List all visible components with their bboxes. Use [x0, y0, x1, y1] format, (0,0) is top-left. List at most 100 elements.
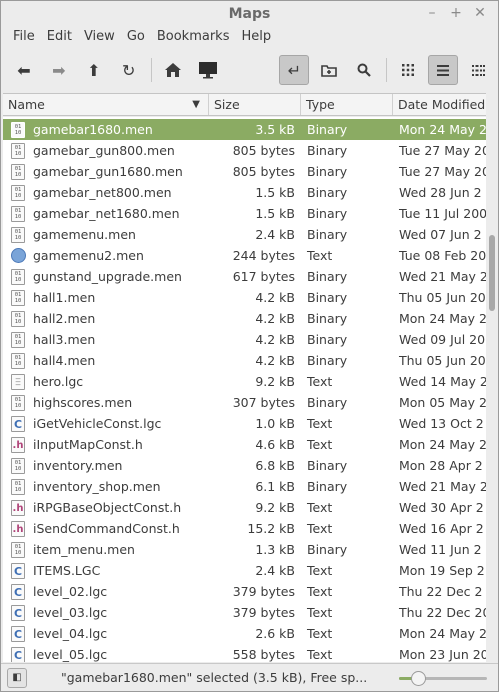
column-header-size[interactable]: Size — [209, 94, 301, 115]
file-row[interactable]: .h iSendCommandConst.h 15.2 kB Text Wed 16 A… — [3, 518, 486, 539]
forward-icon: ➡ — [52, 60, 66, 80]
toggle-location-button[interactable]: ↵ — [279, 55, 310, 85]
file-row[interactable]: — — — hero.lgc 9.2 kB Text Wed 14 May 2 — [3, 371, 486, 392]
file-icon-cell: 01 10 — [3, 226, 33, 243]
column-header-name[interactable]: Name ▼ — [3, 94, 209, 115]
file-row[interactable]: 01 10 gamebar1680.men 3.5 kB Binary Mon 24 Ma… — [3, 119, 486, 140]
file-row[interactable]: 01 10 gamebar_net1680.men 1.5 kB Binary Tue 1… — [3, 203, 486, 224]
text-file-icon: — — — — [11, 373, 25, 390]
binary-file-icon: 01 10 — [11, 268, 25, 285]
file-size: 9.2 kB — [255, 500, 295, 515]
file-size: 4.2 kB — [255, 290, 295, 305]
file-icon-cell: 01 10 — [3, 205, 33, 222]
file-row[interactable]: C ITEMS.LGC 2.4 kB Text Mon 19 Sep 2 — [3, 560, 486, 581]
file-row[interactable]: 01 10 gamemenu.men 2.4 kB Binary Wed 07 Jun 2 — [3, 224, 486, 245]
file-row[interactable]: 01 10 hall4.men 4.2 kB Binary Thu 05 Jun 20 — [3, 350, 486, 371]
file-row[interactable]: 01 10 hall2.men 4.2 kB Binary Mon 24 May 2 — [3, 308, 486, 329]
file-size: 15.2 kB — [247, 521, 295, 536]
home-button[interactable] — [158, 55, 188, 85]
globe-icon — [10, 248, 26, 263]
c-source-file-icon: C — [11, 583, 25, 600]
vertical-scrollbar[interactable] — [487, 117, 498, 662]
toolbar-separator — [386, 58, 388, 82]
close-icon[interactable]: ✕ — [472, 5, 488, 21]
file-row[interactable]: 01 10 inventory.men 6.8 kB Binary Mon 28 Apr … — [3, 455, 486, 476]
file-icon-cell: C — [3, 646, 33, 662]
file-date: Thu 22 Dec 20 — [399, 605, 486, 620]
file-icon-cell: .h — [3, 499, 33, 516]
file-row[interactable]: gamemenu2.men 244 bytes Text Tue 08 Feb 20 — [3, 245, 486, 266]
file-type: Text — [307, 500, 333, 515]
zoom-slider[interactable] — [399, 671, 487, 686]
file-row[interactable]: Clevel_05.lgc 558 bytes Text Mon 23 Jun 20 — [3, 644, 486, 662]
menu-bookmarks[interactable]: Bookmarks — [151, 29, 236, 44]
icon-view-button[interactable] — [393, 55, 423, 85]
toggle-sidebar-button[interactable]: ◧ — [7, 667, 27, 688]
reload-button[interactable]: ↻ — [114, 55, 144, 85]
menu-help[interactable]: Help — [235, 29, 277, 44]
file-name: gamebar1680.men — [33, 122, 153, 137]
file-date: Wed 13 Oct 2 — [399, 416, 484, 431]
menu-go[interactable]: Go — [121, 29, 151, 44]
new-folder-button[interactable] — [314, 55, 344, 85]
list-view-button[interactable] — [428, 55, 459, 85]
file-date: Wed 09 Jul 20 — [399, 332, 486, 347]
back-button[interactable]: ⬅ — [9, 55, 39, 85]
menu-edit[interactable]: Edit — [41, 29, 78, 44]
compact-view-button[interactable] — [463, 55, 493, 85]
zoom-slider-knob[interactable] — [411, 671, 427, 686]
file-row[interactable]: 01 10 gamebar_gun800.men 805 bytes Binary Tue… — [3, 140, 486, 161]
column-name-label: Name — [8, 97, 45, 112]
file-name: hall3.men — [33, 332, 96, 347]
file-icon-cell: 01 10 — [3, 184, 33, 201]
file-row[interactable]: 01 10 gamebar_gun1680.men 805 bytes Binary Tu… — [3, 161, 486, 182]
file-row[interactable]: 01 10 item_menu.men 1.3 kB Binary Wed 11 Jun … — [3, 539, 486, 560]
file-row[interactable]: CiGetVehicleConst.lgc 1.0 kB Text Wed 13 Oc… — [3, 413, 486, 434]
menu-file[interactable]: File — [7, 29, 41, 44]
file-icon-cell: C — [3, 415, 33, 432]
file-row[interactable]: 01 10 gunstand_upgrade.men 617 bytes Binary W… — [3, 266, 486, 287]
file-icon-cell: .h — [3, 520, 33, 537]
file-row[interactable]: .h iRPGBaseObjectConst.h 9.2 kB Text Wed 30 … — [3, 497, 486, 518]
file-row[interactable]: .h iInputMapConst.h 4.6 kB Text Mon 24 May 2 — [3, 434, 486, 455]
file-row[interactable]: 01 10 inventory_shop.men 6.1 kB Binary Wed 21… — [3, 476, 486, 497]
column-header-type[interactable]: Type — [301, 94, 393, 115]
file-row[interactable]: 01 10 hall3.men 4.2 kB Binary Wed 09 Jul 20 — [3, 329, 486, 350]
file-icon-cell: .h — [3, 436, 33, 453]
file-row[interactable]: Clevel_03.lgc 379 bytes Text Thu 22 Dec 20 — [3, 602, 486, 623]
file-size: 1.5 kB — [255, 185, 295, 200]
file-size: 6.8 kB — [255, 458, 295, 473]
computer-button[interactable] — [193, 55, 223, 85]
file-size: 6.1 kB — [255, 479, 295, 494]
file-date: Mon 24 May 2 — [399, 122, 486, 137]
binary-file-icon: 01 10 — [11, 310, 25, 327]
file-row[interactable]: Clevel_02.lgc 379 bytes Text Thu 22 Dec 2 — [3, 581, 486, 602]
file-type: Binary — [307, 143, 348, 158]
column-header-date[interactable]: Date Modified — [393, 94, 486, 115]
menu-view[interactable]: View — [78, 29, 121, 44]
file-name: inventory.men — [33, 458, 123, 473]
file-icon-cell: 01 10 — [3, 310, 33, 327]
file-icon-cell — [3, 248, 33, 263]
file-row[interactable]: 01 10 highscores.men 307 bytes Binary Mon 05 … — [3, 392, 486, 413]
file-icon-cell: C — [3, 562, 33, 579]
file-date: Wed 21 May 2 — [399, 269, 486, 284]
minimize-icon[interactable]: – — [424, 5, 440, 21]
binary-file-icon: 01 10 — [11, 352, 25, 369]
scrollbar-thumb[interactable] — [489, 235, 495, 311]
file-row[interactable]: Clevel_04.lgc 2.6 kB Text Mon 24 May 2 — [3, 623, 486, 644]
file-size: 4.6 kB — [255, 437, 295, 452]
file-size: 307 bytes — [232, 395, 295, 410]
file-date: Wed 28 Jun 2 — [399, 185, 482, 200]
file-type: Text — [307, 563, 333, 578]
maximize-icon[interactable]: + — [448, 5, 464, 21]
up-button[interactable]: ⬆ — [79, 55, 109, 85]
file-name: level_05.lgc — [33, 647, 108, 662]
title-bar[interactable]: Maps – + ✕ — [1, 1, 498, 27]
file-size: 805 bytes — [232, 164, 295, 179]
file-row[interactable]: 01 10 gamebar_net800.men 1.5 kB Binary Wed 28… — [3, 182, 486, 203]
file-row[interactable]: 01 10 hall1.men 4.2 kB Binary Thu 05 Jun 20 — [3, 287, 486, 308]
file-icon-cell: 01 10 — [3, 352, 33, 369]
search-button[interactable] — [349, 55, 379, 85]
forward-button[interactable]: ➡ — [44, 55, 74, 85]
